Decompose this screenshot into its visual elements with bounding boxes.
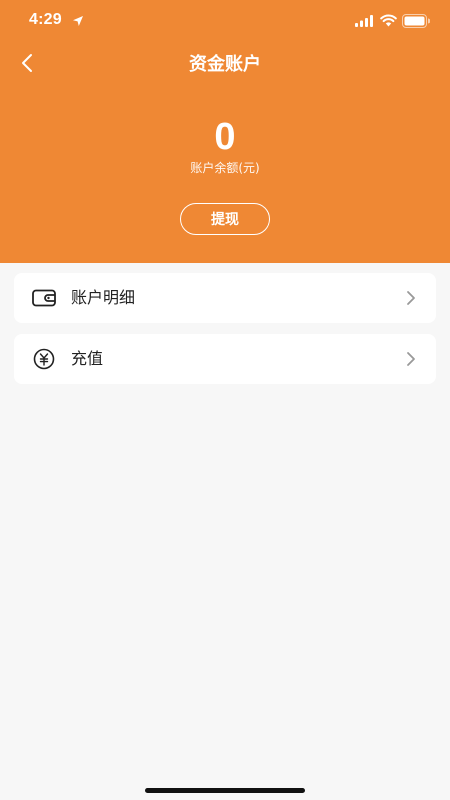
header-banner: 4:29 资金账户 0 账户余额(元) 提现: [0, 0, 450, 263]
wifi-icon: [380, 14, 397, 27]
balance-amount: 0: [214, 116, 236, 158]
yuan-coin-icon: [33, 348, 55, 370]
menu-item-account-details[interactable]: 账户明细: [14, 273, 436, 323]
balance-label: 账户余额(元): [190, 161, 260, 175]
menu-item-label: 充值: [71, 349, 104, 368]
status-time: 4:29: [29, 11, 62, 28]
page-title: 资金账户: [189, 54, 261, 75]
chevron-right-icon: [407, 291, 415, 305]
wallet-icon: [32, 289, 56, 307]
chevron-right-icon: [407, 352, 415, 366]
fund-account-page: 4:29 资金账户 0 账户余额(元) 提现 账户明细 充值: [0, 0, 450, 800]
location-arrow-icon: [73, 16, 83, 26]
status-bar: 4:29: [0, 0, 450, 44]
menu-item-label: 账户明细: [71, 288, 136, 307]
menu-item-recharge[interactable]: 充值: [14, 334, 436, 384]
cellular-signal-icon: [355, 15, 373, 27]
withdraw-button[interactable]: 提现: [180, 203, 270, 235]
home-indicator: [145, 788, 305, 793]
battery-icon: [402, 14, 430, 28]
